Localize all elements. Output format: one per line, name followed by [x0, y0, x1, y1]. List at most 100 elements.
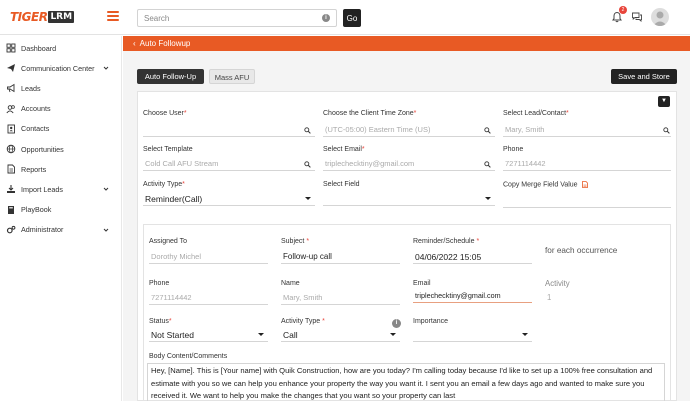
file-icon: [7, 164, 15, 174]
page-title: Auto Followup: [139, 39, 191, 48]
users-icon: [6, 104, 15, 113]
activity-type-select[interactable]: Reminder(Call): [143, 192, 315, 206]
sidebar-item-playbook[interactable]: PlayBook: [0, 200, 121, 220]
search-input[interactable]: [138, 10, 313, 26]
activity-phone-label: Phone: [149, 280, 170, 287]
status-select[interactable]: Not Started: [149, 328, 268, 342]
sidebar-item-label: Import Leads: [21, 184, 63, 194]
sidebar-item-communication-center[interactable]: Communication Center: [0, 58, 121, 78]
logo[interactable]: TIGER LRM: [10, 10, 75, 24]
megaphone-icon: [7, 84, 15, 93]
logo-text: TIGER: [10, 10, 48, 24]
lead-contact-label: Select Lead/Contact*: [503, 110, 569, 117]
download-icon: [7, 185, 15, 194]
chat-icon[interactable]: [631, 11, 643, 23]
paper-plane-icon: [7, 64, 15, 73]
body-textarea[interactable]: Hey, [Name]. This is [Your name] with Qu…: [147, 363, 665, 401]
time-zone-label: Choose the Client Time Zone*: [323, 110, 417, 117]
sidebar-item-label: Opportunities: [21, 144, 64, 154]
address-book-icon: [7, 124, 15, 134]
reminder-label: Reminder/Schedule *: [413, 238, 480, 245]
activity-type-2-label: Activity Type *: [281, 318, 325, 325]
sidebar-item-import-leads[interactable]: Import Leads: [0, 179, 121, 199]
select-field-label: Select Field: [323, 181, 360, 188]
activity-phone-field[interactable]: 7271114442: [149, 291, 268, 305]
merge-field-label: Copy Merge Field Value: [503, 181, 588, 188]
template-field[interactable]: Cold Call AFU Stream: [143, 157, 315, 171]
sidebar-item-label: Administrator: [21, 225, 64, 235]
go-button[interactable]: Go: [343, 9, 361, 27]
reminder-datetime-input[interactable]: 04/06/2022 15:05: [413, 250, 532, 264]
sidebar-item-contacts[interactable]: Contacts: [0, 119, 121, 139]
merge-field-value[interactable]: [503, 194, 671, 208]
phone-label: Phone: [503, 146, 524, 153]
sidebar-item-label: Accounts: [21, 104, 51, 114]
select-field-select[interactable]: [323, 192, 495, 206]
info-icon[interactable]: i: [322, 14, 330, 22]
activity-type-label: Activity Type*: [143, 181, 185, 188]
sidebar-item-leads[interactable]: Leads: [0, 78, 121, 98]
subject-input[interactable]: Follow-up call: [281, 250, 400, 264]
search-icon[interactable]: [484, 161, 491, 168]
sidebar-item-dashboard[interactable]: Dashboard: [0, 38, 121, 58]
choose-user-label: Choose User*: [143, 110, 187, 117]
activity-type-2-select[interactable]: Call: [281, 328, 400, 342]
time-zone-field[interactable]: (UTC-05:00) Eastern Time (US): [323, 123, 495, 137]
chevron-down-icon: [103, 66, 109, 70]
sidebar-item-opportunities[interactable]: Opportunities: [0, 139, 121, 159]
assigned-to-field[interactable]: Dorothy Michel: [149, 250, 268, 264]
sidebar-item-label: Reports: [21, 164, 47, 174]
status-label: Status*: [149, 318, 172, 325]
logo-suffix: LRM: [48, 11, 75, 23]
search-icon[interactable]: [304, 161, 311, 168]
email-field[interactable]: triplechecktiny@gmail.com: [323, 157, 495, 171]
sidebar-item-label: Dashboard: [21, 43, 57, 53]
lead-contact-field[interactable]: Mary, Smith: [503, 123, 671, 137]
globe-icon: [6, 144, 16, 154]
importance-select[interactable]: [413, 328, 532, 342]
search-icon[interactable]: [304, 127, 311, 134]
activity-number-value: 1: [547, 293, 552, 302]
choose-user-field[interactable]: [143, 123, 315, 137]
notification-badge: 2: [619, 6, 627, 14]
collapse-caret-icon[interactable]: ▼: [658, 96, 670, 107]
assigned-to-label: Assigned To: [149, 238, 188, 245]
info-icon[interactable]: i: [392, 319, 401, 328]
sidebar-item-label: Leads: [21, 83, 41, 93]
template-label: Select Template: [143, 146, 193, 153]
chevron-down-icon: [103, 228, 109, 232]
sidebar-item-reports[interactable]: Reports: [0, 159, 121, 179]
occurrence-text: for each occurrence: [545, 246, 618, 255]
phone-field[interactable]: 7271114442: [503, 157, 671, 171]
save-and-store-button[interactable]: Save and Store: [611, 69, 677, 84]
hamburger-menu-icon[interactable]: [107, 11, 119, 21]
activity-email-input[interactable]: triplechecktiny@gmail.com: [413, 289, 532, 303]
sidebar-item-administrator[interactable]: Administrator: [0, 220, 121, 240]
activity-number-label: Activity: [545, 279, 570, 288]
tab-auto-follow-up[interactable]: Auto Follow-Up: [137, 69, 204, 84]
avatar[interactable]: [651, 8, 669, 26]
search-icon[interactable]: [663, 127, 670, 134]
sidebar: Dashboard Communication Center Leads Acc…: [0, 36, 122, 401]
name-label: Name: [281, 280, 300, 287]
email-label: Select Email*: [323, 146, 365, 153]
back-chevron-icon[interactable]: ‹: [133, 39, 136, 48]
subject-label: Subject *: [281, 238, 310, 245]
sidebar-item-label: Contacts: [21, 124, 50, 134]
chevron-down-icon: [103, 187, 109, 192]
book-icon: [8, 205, 14, 214]
name-field[interactable]: Mary, Smith: [281, 291, 400, 305]
sidebar-item-label: Communication Center: [21, 63, 95, 73]
grid-icon: [6, 43, 16, 53]
activity-email-label: Email: [413, 280, 431, 287]
search-icon[interactable]: [484, 127, 491, 134]
body-label: Body Content/Comments: [149, 353, 228, 360]
sidebar-item-label: PlayBook: [21, 205, 52, 215]
top-bar: TIGER LRM i Go 2: [0, 0, 690, 35]
importance-label: Importance: [413, 318, 449, 325]
tab-mass-afu[interactable]: Mass AFU: [209, 69, 255, 84]
sidebar-item-accounts[interactable]: Accounts: [0, 99, 121, 119]
gears-icon: [6, 225, 16, 234]
copy-icon[interactable]: [581, 181, 588, 188]
search-box: i: [137, 9, 337, 27]
